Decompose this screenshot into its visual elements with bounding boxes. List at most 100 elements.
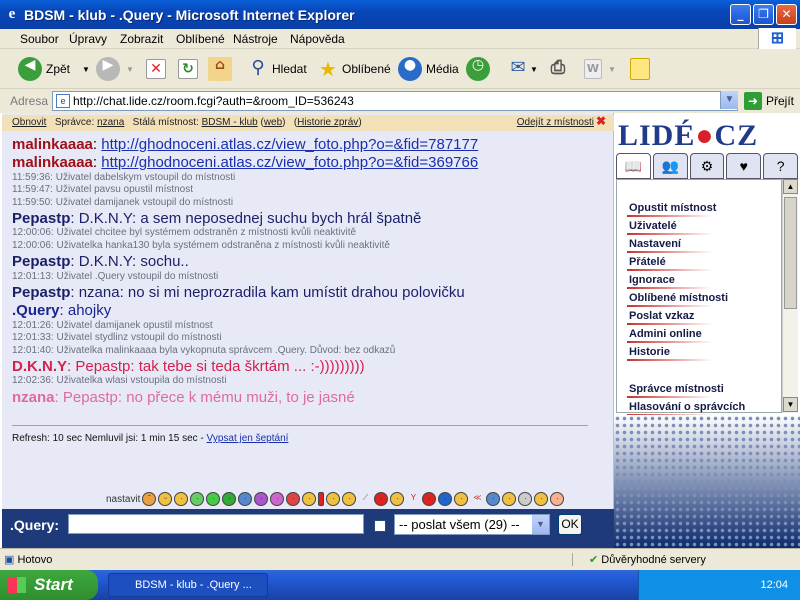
favorites-button[interactable]: ★ Oblíbené	[316, 55, 391, 83]
smiley-icon[interactable]: ·	[454, 492, 469, 506]
go-button[interactable]: ➜ Přejít	[744, 92, 794, 110]
smiley-icon[interactable]: ·	[486, 492, 501, 506]
smiley-icon[interactable]: ᵕ	[158, 492, 173, 506]
address-input[interactable]: e http://chat.lide.cz/room.fcgi?auth=&roo…	[52, 91, 738, 111]
menu-admin-voting[interactable]: Hlasování o správcích	[626, 401, 745, 416]
tab-help-icon[interactable]: ?	[763, 153, 798, 179]
maximize-button[interactable]: ❐	[753, 4, 774, 25]
smiley-icon[interactable]: ·	[254, 492, 269, 506]
bottle-icon[interactable]	[318, 492, 325, 506]
message-author[interactable]: Pepastp	[12, 284, 70, 301]
home-button[interactable]: ⌂	[208, 55, 232, 83]
send-button[interactable]: OK	[558, 514, 582, 535]
print-button[interactable]: ⎙	[546, 55, 570, 83]
back-button[interactable]: ◀ Zpět ▼	[18, 55, 90, 83]
smiley-icon[interactable]: ·	[438, 492, 453, 506]
menu-history[interactable]: Historie	[627, 346, 713, 361]
menu-friends[interactable]: Přátelé	[627, 256, 713, 271]
close-x-icon[interactable]: ✖	[596, 115, 608, 127]
whisper-checkbox[interactable]	[374, 520, 386, 532]
smiley-icon[interactable]: ·	[286, 492, 301, 506]
address-dropdown[interactable]: ▼	[720, 91, 738, 109]
tab-hearts-icon[interactable]: ♥	[726, 153, 762, 179]
emoticon-settings-link[interactable]: nastavit	[106, 494, 140, 505]
leave-room-link[interactable]: Odejít z místnosti	[517, 117, 594, 128]
message-author[interactable]: Pepastp	[12, 253, 70, 270]
menu-send-message[interactable]: Poslat vzkaz	[626, 310, 714, 325]
tab-users-icon[interactable]: 👥	[652, 153, 688, 179]
smiley-icon[interactable]: ·	[222, 492, 237, 506]
refresh-button[interactable]: ↻	[178, 55, 198, 83]
smiley-icon[interactable]: ·	[190, 492, 205, 506]
stop-button[interactable]: ✕	[146, 55, 166, 83]
message-author[interactable]: malinkaaaa	[12, 136, 93, 153]
menu-ignore[interactable]: Ignorace	[627, 274, 713, 289]
chat-message: .Query: ahojky	[12, 302, 602, 319]
message-author[interactable]: malinkaaaa	[12, 154, 93, 171]
message-link[interactable]: http://ghodnoceni.atlas.cz/view_foto.php…	[101, 136, 478, 153]
kiss-icon[interactable]: ≪	[470, 492, 484, 506]
menu-room-admin[interactable]: Správce místnosti	[627, 383, 724, 398]
menu-leave-room[interactable]: Opustit místnost	[626, 202, 716, 217]
whip-icon[interactable]: ⟋	[358, 492, 372, 506]
leave-room[interactable]: Odejít z místnosti ✖	[517, 115, 608, 131]
menu-zobrazit[interactable]: Zobrazit	[120, 32, 163, 46]
tab-book-icon[interactable]: 📖	[616, 153, 651, 179]
menu-upravy[interactable]: Úpravy	[69, 32, 107, 46]
smiley-icon[interactable]: ·	[270, 492, 285, 506]
smiley-icon[interactable]: ·	[326, 492, 341, 506]
smiley-icon[interactable]: ·	[390, 492, 405, 506]
menu-users[interactable]: Uživatelé	[627, 220, 713, 235]
scroll-up-icon[interactable]: ▲	[783, 179, 798, 194]
history-link[interactable]: Historie zpráv	[297, 117, 358, 128]
close-button[interactable]: ✕	[776, 4, 797, 25]
smiley-icon[interactable]: ·	[534, 492, 549, 506]
minimize-button[interactable]: _	[730, 4, 751, 25]
menu-admins-online[interactable]: Admini online	[627, 328, 713, 343]
admin-link[interactable]: nzana	[97, 117, 124, 128]
search-button[interactable]: ⚲ Hledat	[246, 55, 306, 83]
scroll-down-icon[interactable]: ▼	[783, 397, 798, 412]
message-author[interactable]: .Query	[12, 302, 60, 319]
recipient-select[interactable]: -- poslat všem (29) -- ▼	[394, 514, 550, 535]
menu-nastroje[interactable]: Nástroje	[233, 32, 278, 46]
media-button[interactable]: ● Média	[398, 55, 459, 83]
side-scrollbar[interactable]: ▲ ▼	[782, 179, 798, 413]
history-button[interactable]: ◷	[466, 55, 490, 83]
rose-icon[interactable]: ·	[374, 492, 389, 506]
menu-oblibene[interactable]: Oblíbené	[176, 32, 225, 46]
tab-settings-icon[interactable]: ⚙	[689, 153, 725, 179]
smiley-icon[interactable]: ·	[342, 492, 357, 506]
smiley-icon[interactable]: ·	[238, 492, 253, 506]
smiley-icon[interactable]: ·	[502, 492, 517, 506]
messenger-button[interactable]	[630, 55, 650, 83]
web-link[interactable]: web	[264, 117, 282, 128]
message-input[interactable]	[68, 514, 364, 534]
smiley-icon[interactable]: ·	[518, 492, 533, 506]
menu-favorite-rooms[interactable]: Oblíbené místnosti	[626, 292, 728, 307]
smiley-icon[interactable]: ·	[302, 492, 317, 506]
message-link[interactable]: http://ghodnoceni.atlas.cz/view_foto.php…	[101, 154, 478, 171]
scroll-thumb[interactable]	[784, 197, 797, 309]
smiley-icon[interactable]: ·	[422, 492, 437, 506]
message-author[interactable]: D.K.N.Y	[12, 358, 67, 375]
smiley-icon[interactable]: ·	[206, 492, 221, 506]
menu-settings[interactable]: Nastavení	[627, 238, 713, 253]
message-author[interactable]: nzana	[12, 389, 55, 406]
menu-napoveda[interactable]: Nápověda	[290, 32, 345, 46]
message-text: : Pepastp: tak tebe si teda škrtám ... :…	[67, 358, 365, 375]
glass-icon[interactable]: Y	[406, 492, 420, 506]
start-button[interactable]: Start	[0, 570, 98, 600]
smiley-icon[interactable]: ˘	[142, 492, 157, 506]
smiley-icon[interactable]: ·	[550, 492, 565, 506]
taskbar-item-ie[interactable]: BDSM - klub - .Query ...	[108, 573, 268, 597]
edit-button[interactable]: W ▼	[584, 55, 616, 83]
forward-button[interactable]: ▶ ▼	[96, 55, 134, 83]
smiley-icon[interactable]: ·	[174, 492, 189, 506]
refresh-link[interactable]: Obnovit	[12, 117, 46, 128]
menu-soubor[interactable]: Soubor	[20, 32, 59, 46]
whisper-only-link[interactable]: Vypsat jen šeptání	[207, 433, 289, 444]
message-author[interactable]: Pepastp	[12, 210, 70, 227]
mail-button[interactable]: ✉ ▼	[506, 55, 537, 83]
room-link[interactable]: BDSM - klub	[202, 117, 258, 128]
